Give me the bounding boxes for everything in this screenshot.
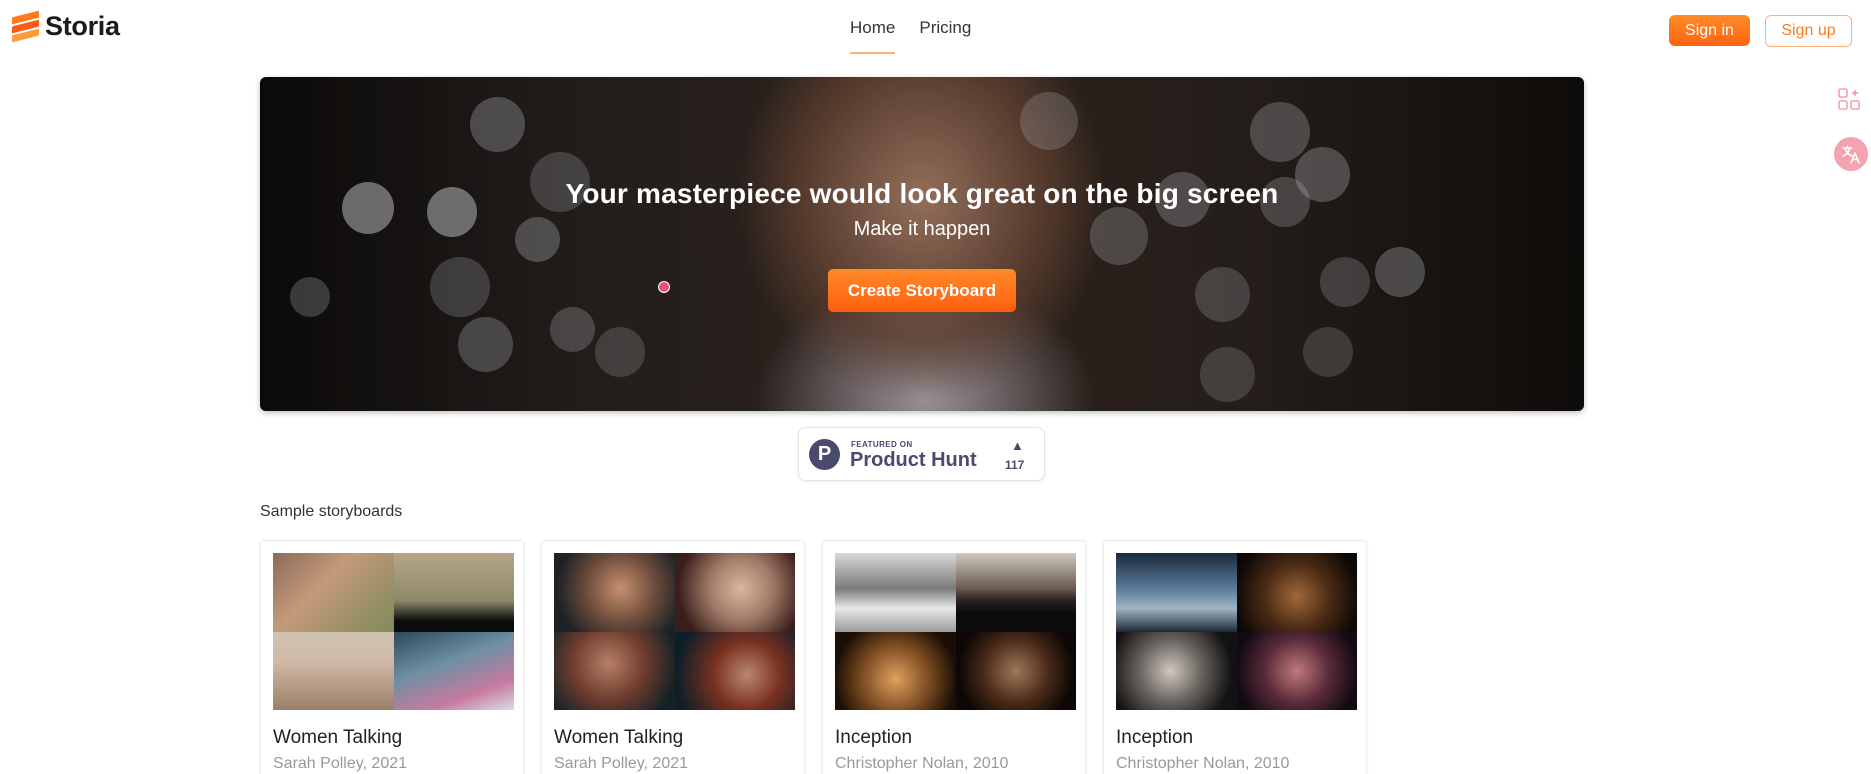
create-storyboard-button[interactable]: Create Storyboard (828, 269, 1016, 312)
storyboard-thumbnail (273, 553, 514, 710)
hero-subtitle: Make it happen (853, 218, 991, 240)
nav-pricing[interactable]: Pricing (919, 18, 971, 54)
storyboard-card[interactable]: Inception Christopher Nolan, 2010 (1103, 540, 1367, 774)
sign-in-button[interactable]: Sign in (1669, 15, 1750, 46)
storyboard-thumbnail (835, 553, 1076, 710)
card-subtitle: Christopher Nolan, 2010 (835, 755, 1009, 772)
cursor-dot (658, 281, 670, 293)
top-navbar: Storia Home Pricing Sign in Sign up (0, 0, 1871, 60)
translate-icon[interactable] (1834, 137, 1868, 171)
nav-home[interactable]: Home (850, 18, 896, 54)
ph-featured-label: FEATURED ON (851, 440, 913, 449)
storyboard-card[interactable]: Inception Christopher Nolan, 2010 (822, 540, 1086, 774)
card-title: Inception (1116, 727, 1194, 748)
upvote-arrow-icon: ▲ (1011, 438, 1024, 453)
storyboard-thumbnail (554, 553, 795, 710)
card-title: Women Talking (554, 727, 684, 748)
product-hunt-icon: P (809, 439, 840, 470)
product-hunt-badge[interactable]: P FEATURED ON Product Hunt ▲ 117 (798, 427, 1045, 481)
ph-name: Product Hunt (850, 449, 977, 471)
storyboard-thumbnail (1116, 553, 1357, 710)
sample-storyboards-heading: Sample storyboards (260, 503, 403, 520)
card-subtitle: Sarah Polley, 2021 (554, 755, 689, 772)
apps-sparkle-icon[interactable] (1838, 88, 1860, 110)
card-subtitle: Christopher Nolan, 2010 (1116, 755, 1290, 772)
card-subtitle: Sarah Polley, 2021 (273, 755, 408, 772)
storyboard-card[interactable]: Women Talking Sarah Polley, 2021 (541, 540, 805, 774)
storia-logo-icon (12, 10, 39, 43)
card-title: Women Talking (273, 727, 403, 748)
storia-logo[interactable]: Storia (12, 10, 120, 43)
card-title: Inception (835, 727, 913, 748)
hero-banner: Your masterpiece would look great on the… (260, 77, 1584, 411)
sign-up-button[interactable]: Sign up (1765, 15, 1852, 47)
ph-upvote-count: 117 (1005, 458, 1025, 472)
hero-title: Your masterpiece would look great on the… (565, 178, 1279, 209)
main-nav: Home Pricing (850, 18, 971, 54)
storyboard-card[interactable]: Women Talking Sarah Polley, 2021 (260, 540, 524, 774)
logo-text: Storia (45, 11, 120, 41)
